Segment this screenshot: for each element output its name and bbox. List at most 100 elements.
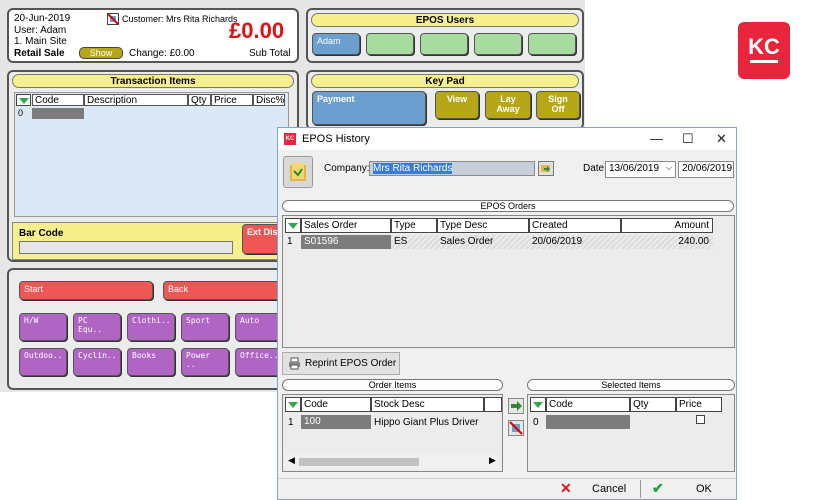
scroll-right-icon[interactable]: ▶: [489, 455, 496, 466]
cancel-button[interactable]: ✕ Cancel: [558, 480, 638, 499]
user-button-empty-2[interactable]: [420, 33, 468, 55]
orders-title: EPOS Orders: [282, 200, 734, 212]
selected-items-grid[interactable]: Code Qty Price 0: [527, 394, 735, 472]
col-created[interactable]: Created: [529, 218, 621, 233]
col-extra[interactable]: [484, 397, 502, 412]
order-type: ES: [394, 236, 408, 247]
category-auto[interactable]: Auto: [235, 313, 283, 341]
order-number[interactable]: S01596: [301, 235, 391, 249]
back-button[interactable]: Back: [163, 281, 293, 300]
item-code[interactable]: 100: [301, 415, 371, 429]
col-type[interactable]: Type: [391, 218, 437, 233]
ok-check-icon: ✔: [652, 480, 664, 496]
col-selected-price[interactable]: Price: [676, 397, 722, 412]
col-qty[interactable]: Qty: [188, 94, 211, 106]
view-button[interactable]: View: [435, 91, 479, 119]
category-hw[interactable]: H/W: [19, 313, 67, 341]
layaway-button[interactable]: Lay Away: [485, 91, 531, 119]
col-stock-desc[interactable]: Stock Desc: [371, 397, 484, 412]
scroll-left-icon[interactable]: ◀: [288, 455, 295, 466]
customer-no-icon[interactable]: [107, 13, 119, 25]
price-checkbox[interactable]: [696, 415, 705, 424]
orders-filter-icon[interactable]: [285, 218, 301, 233]
col-disc[interactable]: Disc%: [253, 94, 285, 106]
col-price[interactable]: Price: [211, 94, 253, 106]
subtotal-label: Sub Total: [249, 48, 291, 59]
epos-users-title: EPOS Users: [311, 13, 579, 27]
change-amount: Change: £0.00: [129, 48, 195, 59]
footer-separator: [640, 480, 641, 498]
cancel-label: Cancel: [592, 483, 627, 495]
sale-date: 20-Jun-2019: [14, 13, 71, 24]
col-code[interactable]: Code: [32, 94, 84, 106]
cancel-icon: ✕: [560, 480, 572, 496]
barcode-input[interactable]: [19, 241, 233, 254]
signoff-button[interactable]: Sign Off: [536, 91, 580, 119]
remove-item-icon[interactable]: [508, 420, 524, 436]
category-office[interactable]: Office..: [235, 348, 283, 376]
col-selected-qty[interactable]: Qty: [630, 397, 676, 412]
col-type-desc[interactable]: Type Desc: [437, 218, 529, 233]
payment-button[interactable]: Payment: [312, 91, 426, 125]
user-button-adam[interactable]: Adam: [312, 33, 360, 55]
show-button[interactable]: Show: [79, 47, 123, 59]
scrollbar-thumb[interactable]: [299, 458, 419, 466]
customer-label: Customer: Mrs Rita Richards: [122, 14, 238, 24]
col-item-code[interactable]: Code: [301, 397, 371, 412]
order-items-grid[interactable]: Code Stock Desc 1 100 Hippo Giant Plus D…: [282, 394, 503, 472]
order-type-desc: Sales Order: [440, 236, 494, 247]
ok-button[interactable]: ✔ OK: [650, 480, 730, 499]
minimize-icon[interactable]: —: [650, 131, 663, 146]
category-power[interactable]: Power ..: [181, 348, 229, 376]
selected-filter-icon[interactable]: [530, 397, 546, 412]
filter-icon[interactable]: [16, 94, 31, 106]
selected-code-cell[interactable]: [546, 415, 630, 429]
kc-logo-underline: [750, 60, 778, 63]
close-icon[interactable]: ✕: [716, 131, 727, 147]
selected-cell[interactable]: [32, 108, 84, 119]
category-sport[interactable]: Sport: [181, 313, 229, 341]
company-lookup-icon[interactable]: [538, 161, 554, 176]
date-to-input[interactable]: 20/06/2019: [678, 161, 734, 178]
total-amount: £0.00: [229, 18, 285, 43]
order-row[interactable]: 1 S01596 ES Sales Order 20/06/2019 240.0…: [287, 235, 713, 249]
category-clothing[interactable]: Clothi..: [127, 313, 175, 341]
barcode-label: Bar Code: [19, 228, 64, 239]
company-input[interactable]: Mrs Rita Richards: [369, 161, 535, 176]
order-items-filter-icon[interactable]: [285, 397, 301, 412]
epos-history-dialog: KC EPOS History — ☐ ✕ Company: Mrs Rita …: [277, 127, 737, 500]
date-label: Date:: [583, 163, 607, 174]
categories-panel: Start Back H/W PC Equ.. Clothi.. Sport A…: [7, 268, 299, 390]
col-selected-code[interactable]: Code: [546, 397, 630, 412]
company-label: Company:: [324, 163, 370, 174]
orders-grid[interactable]: Sales Order Type Type Desc Created Amoun…: [282, 215, 735, 348]
date-from-value: 13/06/2019: [609, 163, 660, 174]
reprint-button[interactable]: Reprint EPOS Order: [282, 352, 400, 375]
user-button-empty-3[interactable]: [474, 33, 522, 55]
category-outdoor[interactable]: Outdoo..: [19, 348, 67, 376]
dialog-title: EPOS History: [302, 133, 370, 145]
category-cycling[interactable]: Cyclin..: [73, 348, 121, 376]
col-sales-order[interactable]: Sales Order: [301, 218, 391, 233]
transaction-grid[interactable]: Code Description Qty Price Disc% 0: [14, 92, 289, 217]
start-button[interactable]: Start: [19, 281, 153, 300]
user-button-empty-1[interactable]: [366, 33, 414, 55]
folder-icon[interactable]: [283, 156, 313, 188]
col-amount[interactable]: Amount: [621, 218, 713, 233]
ok-label: OK: [696, 483, 712, 495]
sale-site: 1. Main Site: [14, 36, 67, 47]
maximize-icon[interactable]: ☐: [682, 131, 694, 147]
order-amount: 240.00: [678, 236, 709, 247]
keypad-panel: Key Pad Payment View Lay Away Sign Off: [306, 70, 584, 130]
user-button-empty-4[interactable]: [528, 33, 576, 55]
category-pc-equipment[interactable]: PC Equ..: [73, 313, 121, 341]
footer-divider: [278, 478, 736, 479]
date-from-picker[interactable]: 13/06/2019 ⌵: [605, 161, 676, 178]
col-description[interactable]: Description: [84, 94, 188, 106]
app-icon: KC: [284, 133, 296, 145]
add-item-icon[interactable]: [508, 398, 524, 414]
chevron-down-icon[interactable]: ⌵: [666, 163, 672, 173]
horizontal-scrollbar[interactable]: ◀ ▶: [285, 455, 500, 469]
category-books[interactable]: Books: [127, 348, 175, 376]
sale-info-panel: 20-Jun-2019 User: Adam 1. Main Site Reta…: [7, 8, 299, 63]
